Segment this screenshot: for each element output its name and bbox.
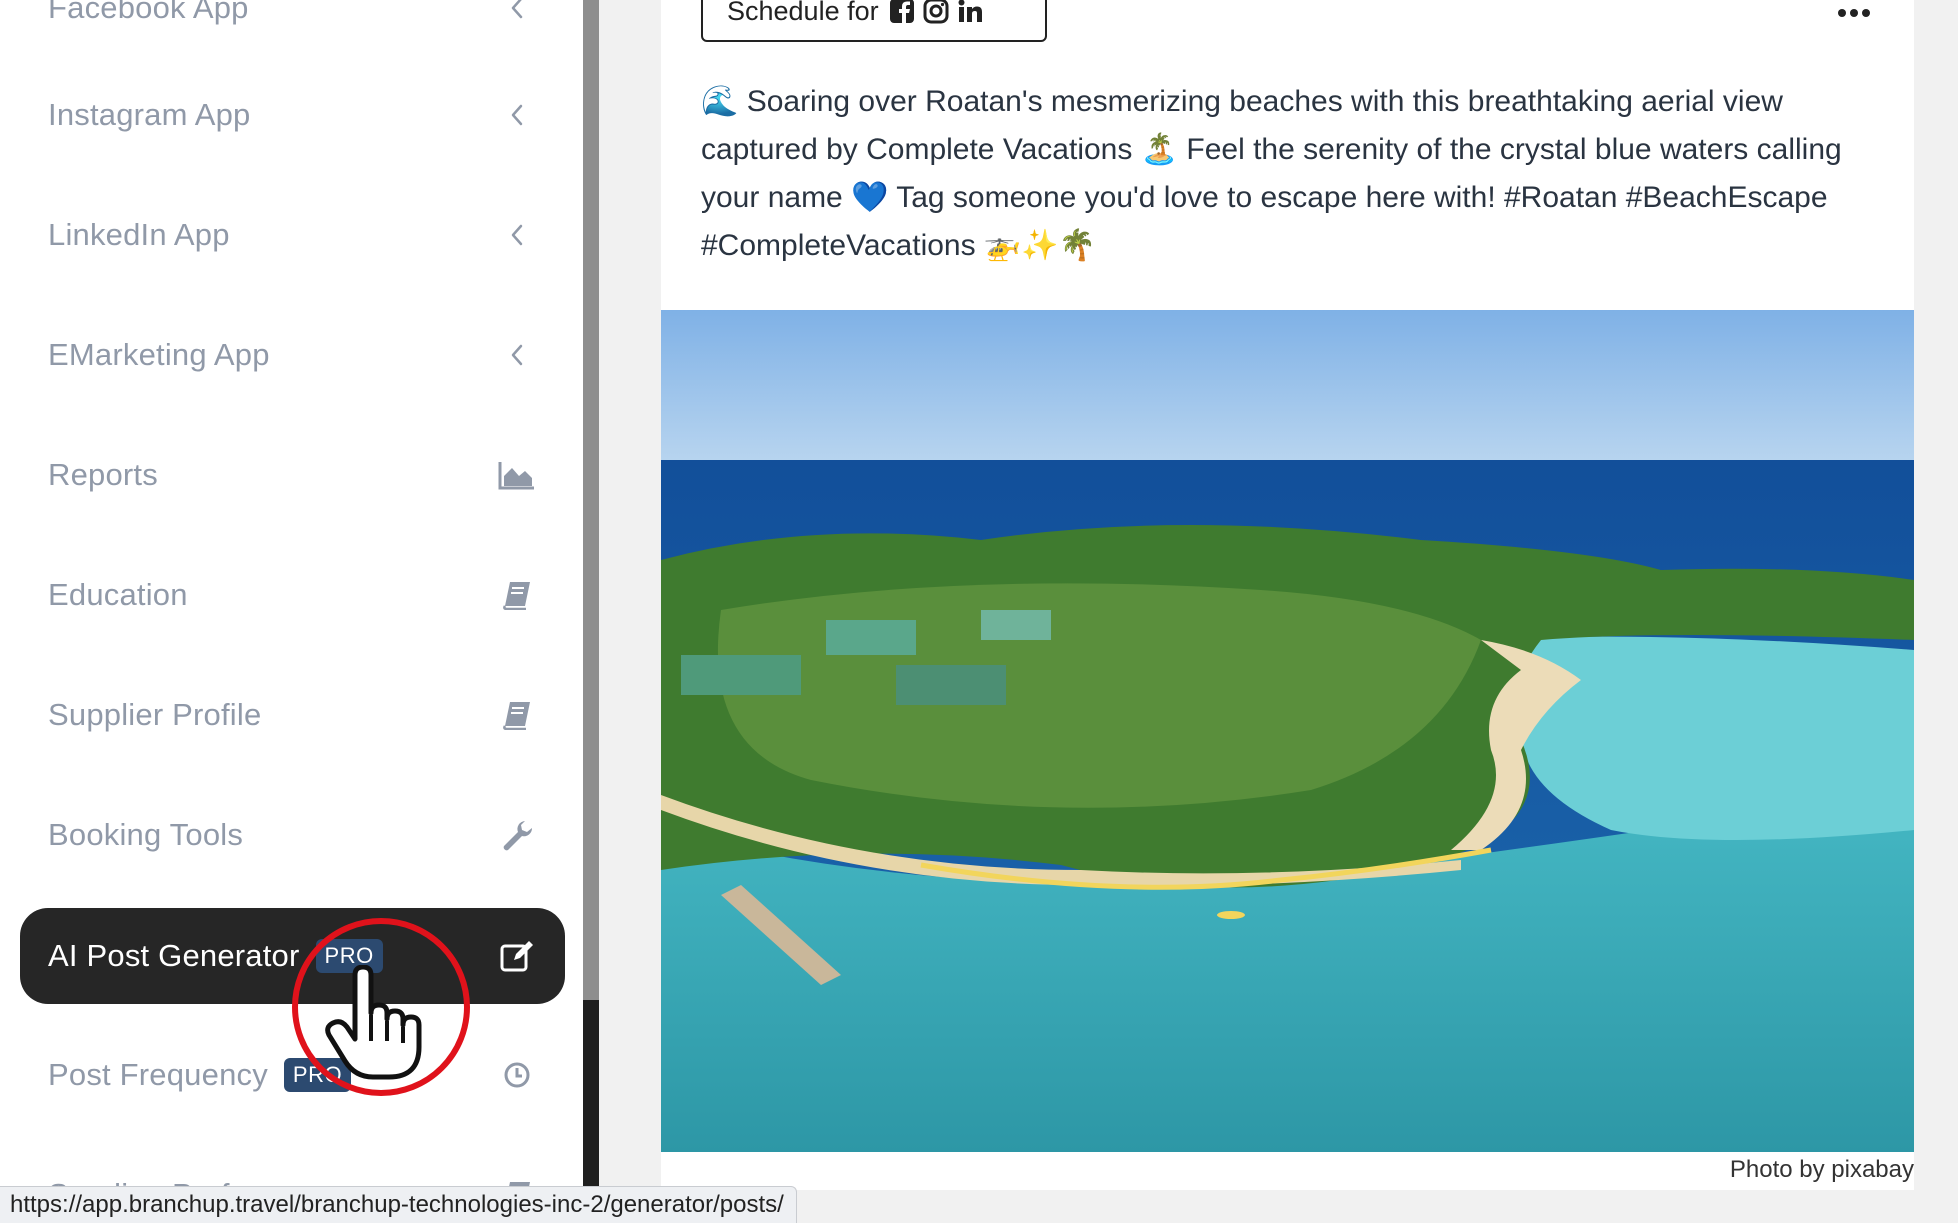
app-window: Facebook App Instagram App LinkedIn App … xyxy=(0,0,1958,1223)
sidebar-item-post-frequency[interactable]: Post Frequency PRO xyxy=(20,1027,565,1123)
sidebar-item-reports[interactable]: Reports xyxy=(20,427,565,523)
more-options-icon[interactable] xyxy=(1838,6,1874,20)
chevron-left-icon xyxy=(497,335,537,375)
sidebar-scrollbar-thumb[interactable] xyxy=(583,0,599,1000)
chevron-left-icon xyxy=(497,95,537,135)
book-icon xyxy=(497,695,537,735)
sidebar-item-label: Supplier Profile xyxy=(48,697,262,732)
area-chart-icon xyxy=(497,455,537,495)
instagram-icon xyxy=(923,0,949,24)
facebook-icon xyxy=(889,0,914,23)
sidebar-item-label: Instagram App xyxy=(48,97,251,132)
hand-pointer-icon xyxy=(325,965,422,1080)
sidebar-item-label: AI Post Generator xyxy=(48,938,300,973)
sidebar-item-supplier-profile[interactable]: Supplier Profile xyxy=(20,667,565,763)
sidebar-item-emarketing-app[interactable]: EMarketing App xyxy=(20,307,565,403)
sidebar-item-label: EMarketing App xyxy=(48,337,270,372)
schedule-label: Schedule for xyxy=(727,0,879,26)
status-bar-url: https://app.branchup.travel/branchup-tec… xyxy=(0,1186,797,1223)
sidebar-item-booking-tools[interactable]: Booking Tools xyxy=(20,787,565,883)
sidebar-item-label: Education xyxy=(48,577,188,612)
photo-credit: Photo by pixabay xyxy=(1729,1156,1914,1183)
post-caption: 🌊 Soaring over Roatan's mesmerizing beac… xyxy=(701,85,1842,262)
sidebar-item-label: Post Frequency xyxy=(48,1057,268,1092)
schedule-button[interactable]: Schedule for xyxy=(701,0,1047,42)
linkedin-icon xyxy=(958,0,982,22)
sidebar-item-linkedin-app[interactable]: LinkedIn App xyxy=(20,187,565,283)
wrench-icon xyxy=(497,815,537,855)
edit-icon xyxy=(497,936,537,976)
sidebar-item-facebook-app[interactable]: Facebook App xyxy=(20,0,565,56)
sidebar-item-education[interactable]: Education xyxy=(20,547,565,643)
sidebar-item-label: Facebook App xyxy=(48,0,249,25)
book-icon xyxy=(497,575,537,615)
chevron-left-icon xyxy=(497,0,537,28)
sidebar-item-ai-post-generator[interactable]: AI Post Generator PRO xyxy=(20,908,565,1004)
clock-icon xyxy=(497,1055,537,1095)
sidebar: Facebook App Instagram App LinkedIn App … xyxy=(0,0,585,1223)
chevron-left-icon xyxy=(497,215,537,255)
sidebar-item-label: Booking Tools xyxy=(48,817,244,852)
social-icons xyxy=(889,0,983,24)
sidebar-item-label: LinkedIn App xyxy=(48,217,230,252)
sidebar-item-label: Reports xyxy=(48,457,158,492)
sidebar-item-instagram-app[interactable]: Instagram App xyxy=(20,67,565,163)
post-image xyxy=(661,310,1914,1152)
post-card: Schedule for 🌊 Soaring over Roatan's mes… xyxy=(661,0,1914,1190)
